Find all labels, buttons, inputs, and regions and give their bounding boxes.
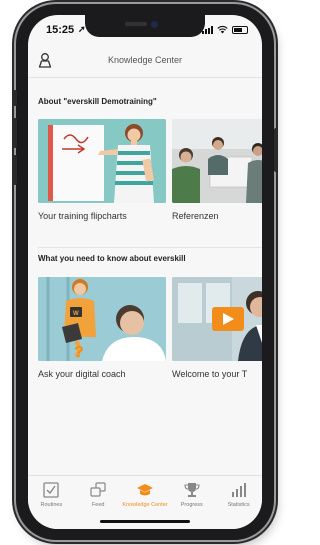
card-label-flipcharts: Your training flipcharts bbox=[38, 211, 127, 221]
app-header: Knowledge Center bbox=[28, 49, 262, 75]
svg-text:?: ? bbox=[74, 344, 84, 361]
tab-statistics[interactable]: Statistics bbox=[217, 482, 261, 529]
welcome-video-thumbnail bbox=[172, 277, 262, 361]
notch bbox=[85, 15, 205, 37]
card-digital-coach[interactable]: W ? bbox=[38, 277, 166, 361]
section-title-what-to-know: What you need to know about everskill bbox=[38, 254, 186, 263]
home-indicator[interactable] bbox=[100, 520, 190, 523]
card-label-digital-coach: Ask your digital coach bbox=[38, 369, 126, 379]
section-divider bbox=[38, 247, 262, 248]
wifi-icon bbox=[217, 25, 228, 34]
feed-icon bbox=[90, 482, 106, 497]
mute-switch bbox=[13, 90, 17, 106]
flipchart-illustration bbox=[38, 119, 166, 203]
speaker bbox=[125, 22, 147, 26]
card-row-what-to-know: W ? Ask your digital coach Welcome to yo… bbox=[38, 277, 262, 385]
trophy-icon bbox=[184, 483, 200, 497]
tab-routines[interactable]: Routines bbox=[29, 482, 73, 529]
card-label-welcome: Welcome to your T bbox=[172, 369, 248, 379]
card-flipcharts[interactable] bbox=[38, 119, 166, 203]
card-referenzen[interactable] bbox=[172, 119, 262, 203]
app-screen: 15:25 ➚ Knowledge Center About "everskil… bbox=[28, 15, 262, 529]
card-row-about: Your training flipcharts Referenzen bbox=[38, 119, 262, 227]
tab-label-statistics: Statistics bbox=[227, 502, 250, 508]
knowledge-center-icon bbox=[136, 484, 153, 496]
tab-label-progress: Progress bbox=[180, 502, 203, 508]
status-time: 15:25 bbox=[46, 24, 75, 36]
checkbox-icon bbox=[43, 482, 60, 498]
volume-up-button bbox=[13, 118, 17, 148]
tab-label-feed: Feed bbox=[91, 502, 105, 508]
power-button bbox=[274, 128, 278, 172]
bar-chart-icon bbox=[231, 483, 246, 497]
battery-icon bbox=[232, 25, 248, 34]
page-title: Knowledge Center bbox=[107, 55, 183, 65]
volume-down-button bbox=[13, 155, 17, 185]
card-label-referenzen: Referenzen bbox=[172, 211, 219, 221]
front-camera bbox=[151, 21, 158, 28]
tab-label-knowledge-center: Knowledge Center bbox=[122, 502, 168, 508]
meeting-photo bbox=[172, 119, 262, 203]
svg-text:W: W bbox=[73, 311, 79, 317]
section-title-about: About "everskill Demotraining" bbox=[38, 97, 157, 106]
status-icons bbox=[202, 25, 248, 34]
tab-label-routines: Routines bbox=[40, 502, 63, 508]
card-welcome-video[interactable] bbox=[172, 277, 262, 361]
tab-bar: Routines Feed Knowledge Center Progress … bbox=[28, 475, 262, 529]
coach-illustration: W ? bbox=[38, 277, 166, 361]
header-divider bbox=[28, 77, 262, 78]
